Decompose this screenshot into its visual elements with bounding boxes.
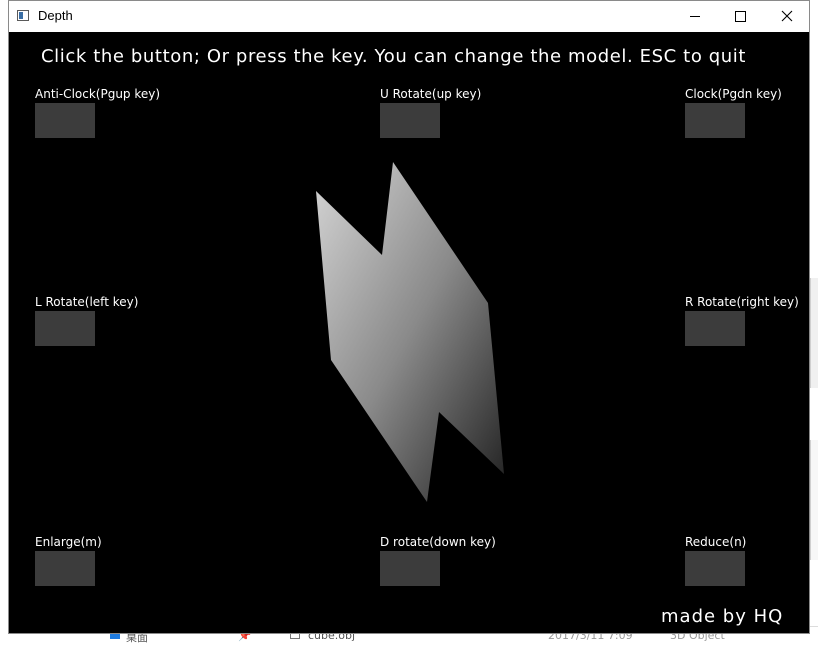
3d-model-render [316, 162, 504, 502]
close-icon [781, 10, 792, 22]
maximize-button[interactable] [718, 1, 763, 31]
background-window-edge-lower [810, 440, 818, 560]
minimize-button[interactable] [672, 1, 717, 31]
app-icon [17, 10, 29, 21]
window-title: Depth [38, 8, 73, 23]
minimize-icon [689, 15, 700, 17]
title-bar[interactable]: Depth [9, 1, 809, 32]
background-window-edge [810, 278, 818, 388]
depth-window: Depth Click the button; Or press the key… [8, 0, 810, 634]
model-mesh [316, 162, 504, 502]
credit-text: made by HQ [661, 606, 784, 627]
close-button[interactable] [764, 1, 809, 31]
render-canvas[interactable]: Click the button; Or press the key. You … [9, 32, 809, 633]
maximize-icon [735, 10, 746, 22]
